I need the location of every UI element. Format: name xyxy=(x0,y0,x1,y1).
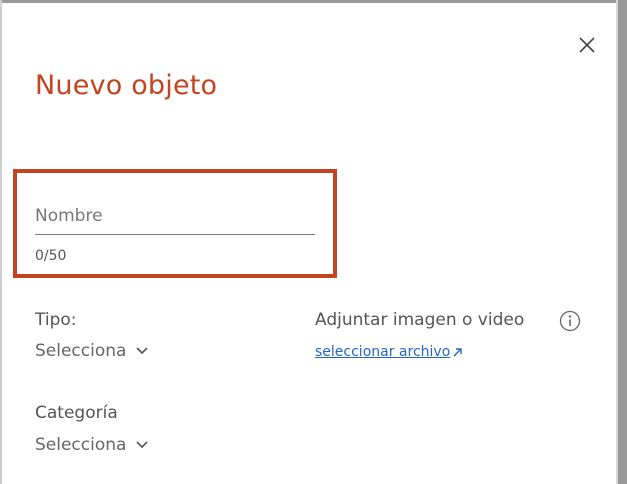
categoria-label: Categoría xyxy=(35,403,118,423)
dialog-title: Nuevo objeto xyxy=(35,70,218,101)
categoria-select[interactable]: Selecciona xyxy=(35,435,149,455)
tipo-select[interactable]: Selecciona xyxy=(35,341,149,361)
info-icon[interactable] xyxy=(559,310,581,332)
close-button[interactable] xyxy=(576,34,598,56)
external-link-icon xyxy=(453,347,462,356)
select-file-link[interactable]: seleccionar archivo xyxy=(315,344,462,360)
select-file-link-label: seleccionar archivo xyxy=(315,344,451,360)
tipo-label: Tipo: xyxy=(35,310,77,330)
name-char-counter: 0/50 xyxy=(35,248,67,264)
attach-media-label: Adjuntar imagen o video xyxy=(315,310,525,330)
window-frame-right xyxy=(618,0,627,484)
tipo-select-value: Selecciona xyxy=(35,341,127,361)
chevron-down-icon xyxy=(136,347,149,355)
categoria-select-value: Selecciona xyxy=(35,435,127,455)
chevron-down-icon xyxy=(136,441,149,449)
close-icon xyxy=(579,37,595,53)
name-input[interactable] xyxy=(35,198,315,235)
